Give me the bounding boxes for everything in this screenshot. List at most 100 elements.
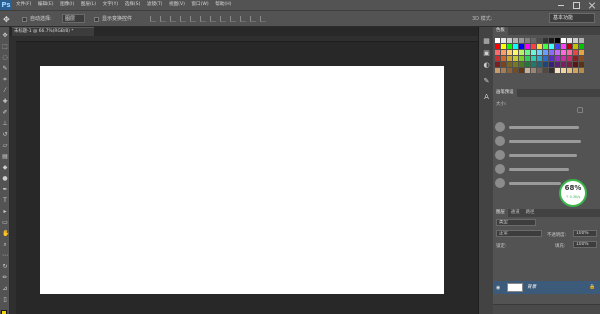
- tab-brush-presets[interactable]: 画笔预设: [493, 89, 517, 97]
- swatch-cell[interactable]: [573, 56, 578, 61]
- move-tool-icon[interactable]: ✥: [2, 33, 8, 39]
- rotate-view-tool-icon[interactable]: ↻: [2, 264, 8, 270]
- swatch-cell[interactable]: [495, 44, 500, 49]
- brush-preset-row[interactable]: [495, 135, 599, 148]
- distribute-hcenter-icon[interactable]: [250, 16, 256, 22]
- swatch-cell[interactable]: [573, 68, 578, 73]
- swatch-cell[interactable]: [567, 56, 572, 61]
- align-hcenter-icon[interactable]: [190, 16, 196, 22]
- crop-tool-icon[interactable]: ⌗: [2, 77, 8, 83]
- swatch-cell[interactable]: [537, 68, 542, 73]
- marquee-tool-icon[interactable]: ⬚: [2, 44, 8, 50]
- swatch-cell[interactable]: [567, 44, 572, 49]
- menu-help[interactable]: 帮助(H): [215, 0, 231, 10]
- swatch-cell[interactable]: [495, 56, 500, 61]
- swatch-cell[interactable]: [579, 38, 584, 43]
- brush-preset-row[interactable]: [495, 121, 599, 134]
- menu-select[interactable]: 选择(S): [125, 0, 141, 10]
- swatch-cell[interactable]: [513, 68, 518, 73]
- swatch-cell[interactable]: [495, 38, 500, 43]
- menu-filter[interactable]: 滤镜(T): [147, 0, 163, 10]
- note-tool-icon[interactable]: ▯: [2, 297, 8, 303]
- swatch-cell[interactable]: [573, 44, 578, 49]
- swatch-cell[interactable]: [555, 62, 560, 67]
- menu-type[interactable]: 文字(Y): [103, 0, 119, 10]
- swatch-cell[interactable]: [501, 62, 506, 67]
- dodge-tool-icon[interactable]: ●: [2, 176, 8, 182]
- swatch-cell[interactable]: [549, 56, 554, 61]
- swatch-cell[interactable]: [561, 68, 566, 73]
- swatch-cell[interactable]: [531, 44, 536, 49]
- swatch-cell[interactable]: [543, 44, 548, 49]
- swatch-cell[interactable]: [561, 38, 566, 43]
- new-folder-icon[interactable]: ▢: [577, 106, 584, 114]
- auto-select-checkbox[interactable]: [22, 17, 27, 22]
- menu-file[interactable]: 文件(F): [16, 0, 31, 10]
- tab-swatches[interactable]: 色板: [493, 27, 508, 35]
- fill-input[interactable]: 100%: [573, 241, 597, 248]
- blur-tool-icon[interactable]: ◆: [2, 165, 8, 171]
- swatch-cell[interactable]: [531, 38, 536, 43]
- swatch-cell[interactable]: [549, 38, 554, 43]
- swatch-cell[interactable]: [507, 50, 512, 55]
- swatch-cell[interactable]: [537, 56, 542, 61]
- swatch-cell[interactable]: [513, 44, 518, 49]
- layer-name[interactable]: 背景: [527, 284, 536, 290]
- swatch-cell[interactable]: [573, 50, 578, 55]
- swatch-cell[interactable]: [519, 62, 524, 67]
- zoom-tool-icon[interactable]: ⌕: [2, 242, 8, 248]
- swatch-cell[interactable]: [501, 50, 506, 55]
- swatch-cell[interactable]: [537, 62, 542, 67]
- swatch-cell[interactable]: [537, 44, 542, 49]
- swatch-cell[interactable]: [519, 38, 524, 43]
- lasso-tool-icon[interactable]: ◌: [2, 55, 8, 61]
- swatch-cell[interactable]: [555, 50, 560, 55]
- swatch-cell[interactable]: [507, 62, 512, 67]
- swatch-cell[interactable]: [495, 62, 500, 67]
- swatch-cell[interactable]: [525, 44, 530, 49]
- align-right-icon[interactable]: [200, 16, 206, 22]
- swatch-cell[interactable]: [555, 56, 560, 61]
- swatch-cell[interactable]: [543, 62, 548, 67]
- path-select-tool-icon[interactable]: ▸: [2, 209, 8, 215]
- swatch-cell[interactable]: [525, 38, 530, 43]
- swatch-cell[interactable]: [501, 68, 506, 73]
- distribute-bottom-icon[interactable]: [230, 16, 236, 22]
- swatch-cell[interactable]: [567, 68, 572, 73]
- swatch-cell[interactable]: [513, 38, 518, 43]
- swatch-cell[interactable]: [561, 50, 566, 55]
- swatch-cell[interactable]: [543, 38, 548, 43]
- swatch-cell[interactable]: [495, 50, 500, 55]
- align-bottom-icon[interactable]: [170, 16, 176, 22]
- swatch-cell[interactable]: [573, 38, 578, 43]
- swatch-cell[interactable]: [579, 50, 584, 55]
- swatch-cell[interactable]: [573, 62, 578, 67]
- distribute-vcenter-icon[interactable]: [220, 16, 226, 22]
- swatch-cell[interactable]: [525, 68, 530, 73]
- swatch-cell[interactable]: [531, 68, 536, 73]
- align-left-icon[interactable]: [180, 16, 186, 22]
- swatch-cell[interactable]: [525, 50, 530, 55]
- properties-panel-icon[interactable]: ▣: [482, 49, 491, 57]
- pen-tool-icon[interactable]: ✒: [2, 187, 8, 193]
- swatch-cell[interactable]: [513, 62, 518, 67]
- history-panel-icon[interactable]: ▦: [482, 37, 491, 45]
- swatch-cell[interactable]: [567, 38, 572, 43]
- swatch-cell[interactable]: [537, 50, 542, 55]
- blend-mode-dropdown[interactable]: 正常: [496, 230, 542, 237]
- pencil-tool-icon[interactable]: ✏: [2, 275, 8, 281]
- close-icon[interactable]: [588, 1, 596, 9]
- swatch-cell[interactable]: [555, 68, 560, 73]
- workspace-dropdown[interactable]: 基本功能: [549, 13, 595, 23]
- document-tab[interactable]: 未标题-1 @ 66.7%(RGB/8) *: [12, 27, 94, 36]
- swatch-cell[interactable]: [525, 56, 530, 61]
- brush-panel-icon[interactable]: ✎: [482, 77, 491, 85]
- eraser-tool-icon[interactable]: ▱: [2, 143, 8, 149]
- tab-paths[interactable]: 路径: [523, 209, 538, 217]
- brush-preset-row[interactable]: [495, 149, 599, 162]
- character-panel-icon[interactable]: A: [482, 93, 491, 101]
- swatch-cell[interactable]: [531, 62, 536, 67]
- swatch-cell[interactable]: [537, 38, 542, 43]
- align-vcenter-icon[interactable]: [160, 16, 166, 22]
- swatch-cell[interactable]: [579, 62, 584, 67]
